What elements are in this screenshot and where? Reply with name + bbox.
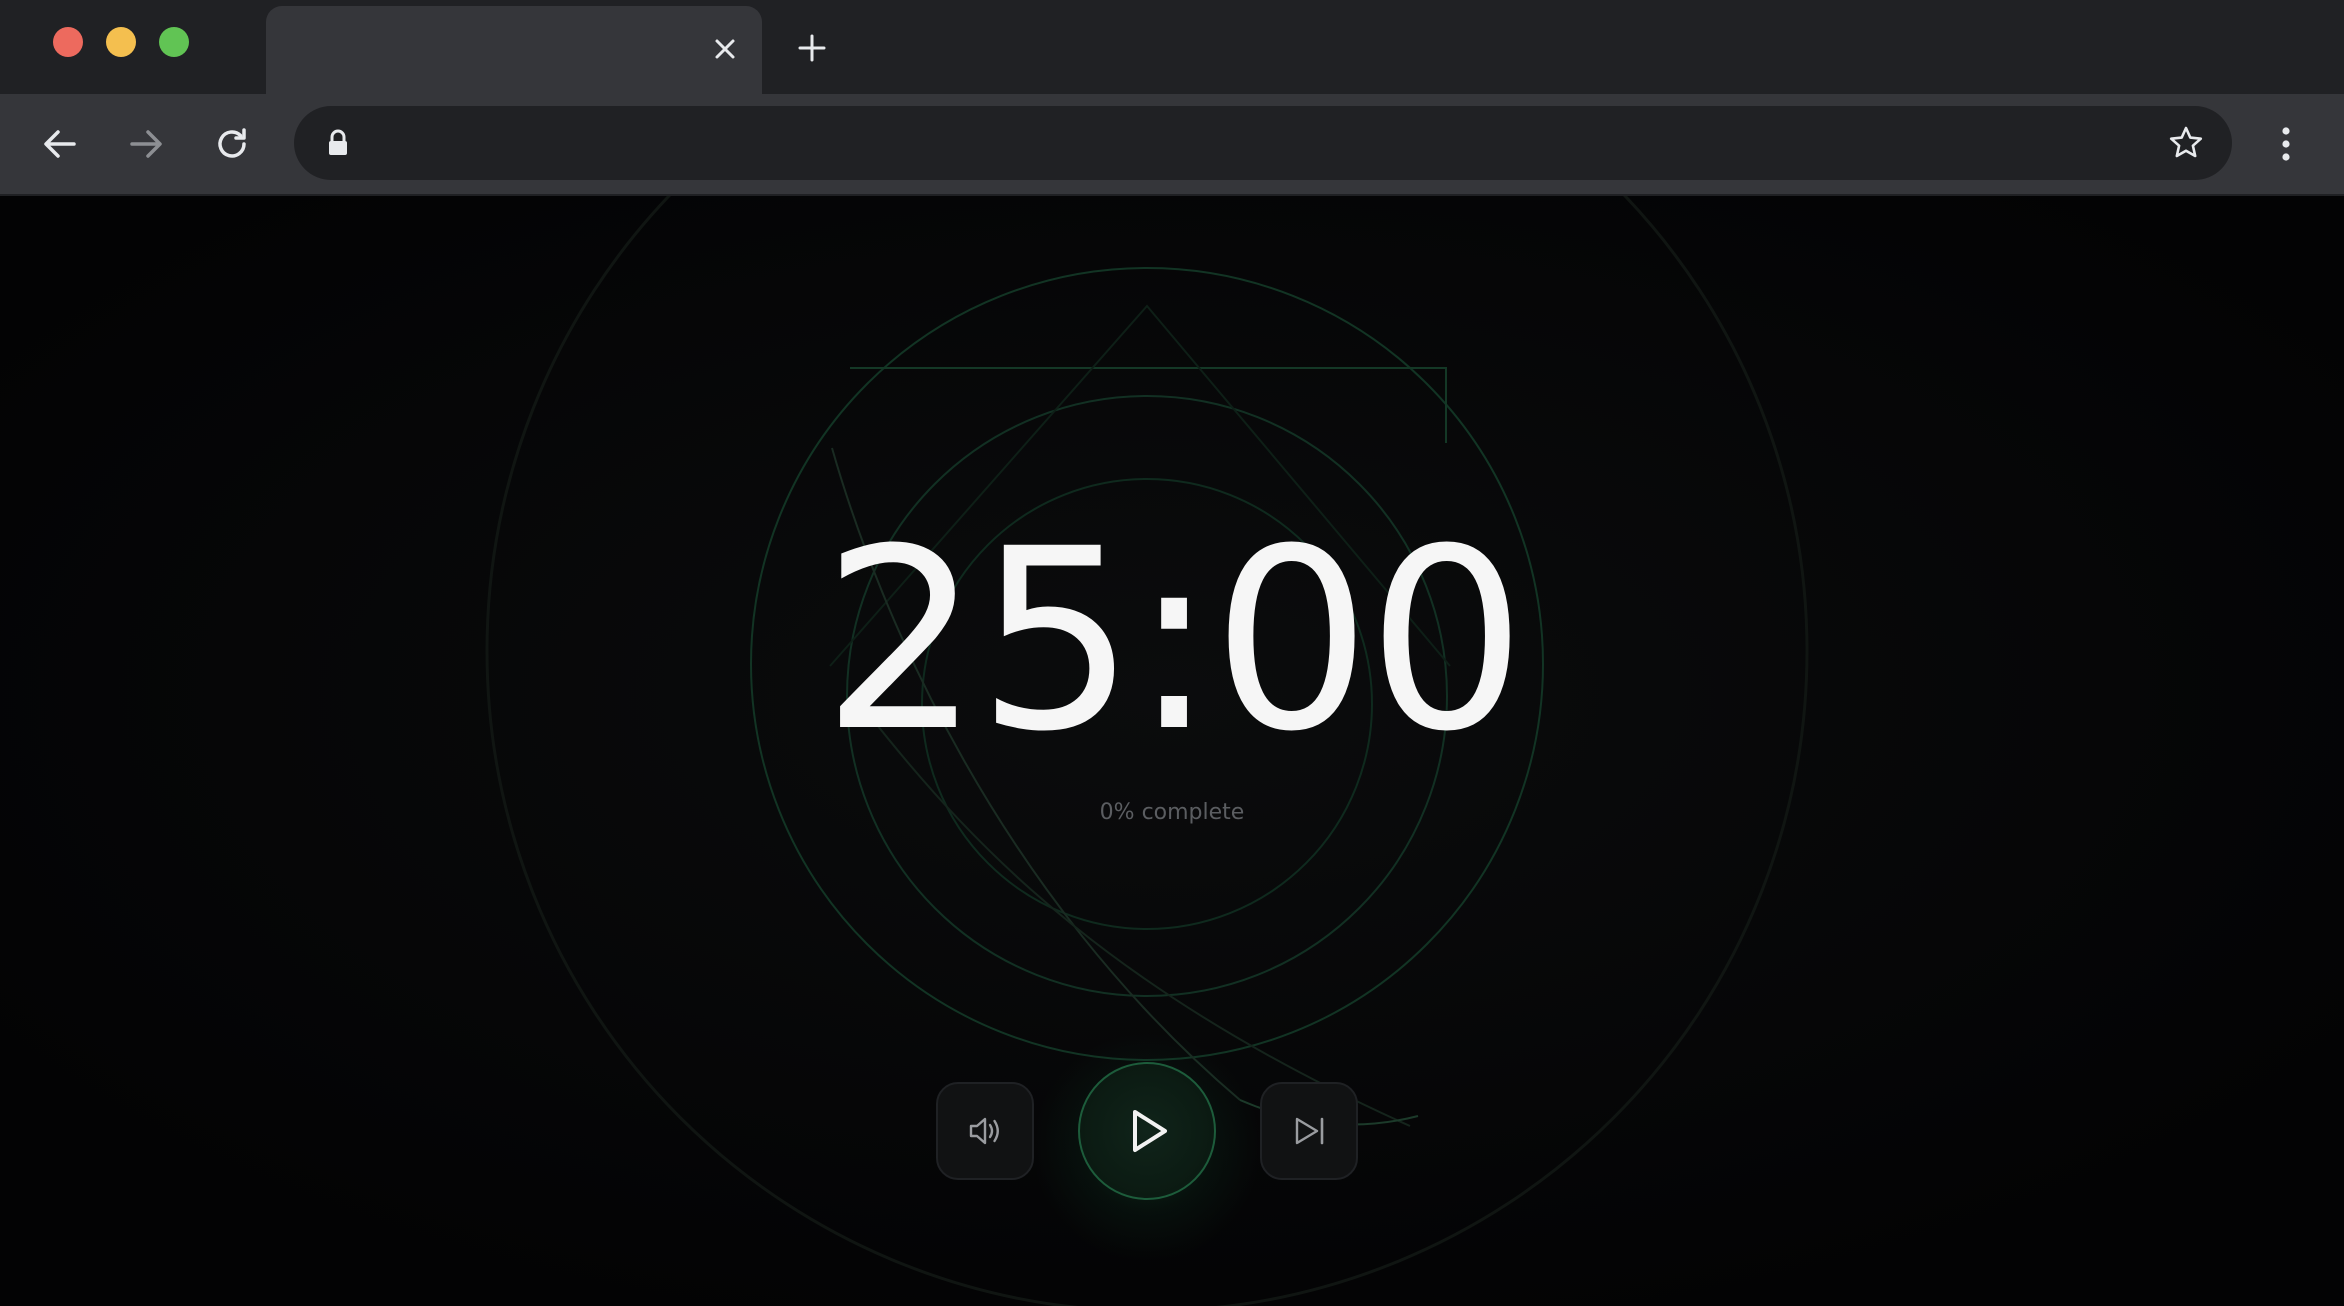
tab-strip [0,0,2344,94]
window-minimize-button[interactable] [106,27,136,57]
bookmark-button[interactable] [2166,123,2206,163]
lock-icon [329,129,347,155]
reload-button[interactable] [206,118,258,170]
sound-toggle-button[interactable] [936,1082,1034,1180]
arrow-right-icon [130,130,162,158]
reload-icon [218,128,246,158]
timer-display: 25:00 [821,495,1526,786]
pomodoro-page: 25:00 0% complete [0,196,2344,1306]
browser-chrome [0,0,2344,196]
kebab-menu-icon [2282,127,2290,161]
volume-icon [969,1117,999,1145]
new-tab-button[interactable] [792,28,832,68]
play-button[interactable] [1078,1062,1216,1200]
forward-button[interactable] [120,118,172,170]
arrow-left-icon [44,130,76,158]
browser-menu-button[interactable] [2266,118,2306,170]
address-bar[interactable] [294,106,2232,180]
skip-button[interactable] [1260,1082,1358,1180]
window-close-button[interactable] [53,27,83,57]
close-icon [715,39,735,59]
tab-close-button[interactable] [708,32,742,66]
active-tab[interactable] [266,6,762,94]
star-icon [2169,126,2203,158]
url-input[interactable] [374,120,2114,166]
back-button[interactable] [34,118,86,170]
plus-icon [798,34,826,62]
progress-bar [1072,836,1272,838]
progress-label: 0% complete [1099,800,1245,825]
skip-forward-icon [1295,1117,1324,1145]
browser-toolbar [0,94,2344,194]
play-icon [1133,1110,1167,1152]
window-maximize-button[interactable] [159,27,189,57]
